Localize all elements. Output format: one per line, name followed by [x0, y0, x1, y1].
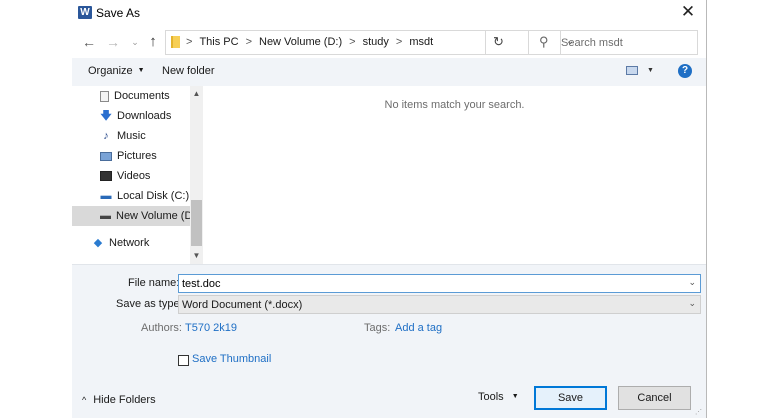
breadcrumb-separator[interactable]: > [396, 36, 402, 48]
hide-folders-button[interactable]: ^ Hide Folders [82, 394, 156, 406]
sidebar-item-label: Videos [117, 170, 151, 182]
search-icon: ⚲ [539, 34, 549, 49]
page-edge-divider [706, 0, 707, 418]
sidebar-item-music[interactable]: ♪ Music [100, 126, 203, 146]
file-list-pane[interactable]: No items match your search. [203, 86, 706, 264]
file-name-input[interactable] [182, 276, 672, 291]
breadcrumb-this-pc[interactable]: This PC [199, 36, 238, 48]
save-as-dialog: W Save As ✕ ← → ⌄ ↑ > This PC > New Volu… [72, 0, 706, 418]
save-as-type-value: Word Document (*.docx) [182, 299, 303, 311]
save-thumbnail-label[interactable]: Save Thumbnail [192, 353, 271, 365]
breadcrumb-separator[interactable]: > [246, 36, 252, 48]
sidebar-item-local-disk[interactable]: ▬ Local Disk (C:) [100, 186, 203, 206]
address-row: ← → ⌄ ↑ > This PC > New Volume (D:) > st… [72, 30, 706, 56]
scroll-up-arrow-icon[interactable]: ▲ [190, 88, 203, 100]
caret-down-icon: ▼ [511, 393, 519, 400]
tools-button[interactable]: Tools ▼ [478, 391, 519, 403]
breadcrumb: > This PC > New Volume (D:) > study > ms… [186, 36, 433, 48]
close-button[interactable]: ✕ [676, 2, 700, 24]
save-options-panel: File name: ⌄ Save as type: Word Document… [72, 264, 706, 418]
tags-label: Tags: [364, 322, 391, 334]
view-options-caret-icon[interactable]: ▼ [647, 67, 654, 74]
sidebar-item-downloads[interactable]: 🡇 Downloads [100, 106, 203, 126]
up-button[interactable]: ↑ [144, 33, 162, 51]
sidebar-scrollbar[interactable]: ▲ ▼ [190, 86, 203, 264]
breadcrumb-separator[interactable]: > [349, 36, 355, 48]
refresh-button[interactable]: ↻ [485, 31, 511, 55]
sidebar-item-new-volume[interactable]: ▬ New Volume (D:) [72, 206, 190, 226]
network-icon: ◆ [93, 237, 103, 249]
resize-grip-icon[interactable]: ⋰ [695, 408, 702, 416]
scroll-thumb[interactable] [191, 200, 202, 246]
sidebar-item-documents[interactable]: Documents [100, 86, 203, 106]
sidebar-item-label: New Volume (D:) [116, 210, 190, 222]
empty-results-message: No items match your search. [384, 99, 525, 111]
caret-down-icon: ▼ [137, 67, 145, 74]
forward-button[interactable]: → [104, 33, 122, 51]
sidebar-item-label: Local Disk (C:) [117, 190, 190, 202]
hide-folders-label: Hide Folders [93, 394, 156, 406]
title-bar: W Save As ✕ [72, 0, 706, 26]
videos-icon [100, 171, 112, 181]
organize-button[interactable]: Organize ▼ [88, 65, 145, 77]
sidebar-item-label: Downloads [117, 110, 172, 122]
chevron-down-icon[interactable]: ⌄ [688, 298, 696, 309]
organize-label: Organize [88, 65, 133, 77]
add-tag-link[interactable]: Add a tag [395, 322, 442, 334]
sidebar-item-label: Network [109, 237, 150, 249]
breadcrumb-msdt[interactable]: msdt [409, 36, 433, 48]
dialog-title: Save As [96, 6, 141, 20]
navigation-pane: Documents 🡇 Downloads ♪ Music Pictures V… [72, 86, 203, 264]
local-disk-icon: ▬ [100, 190, 112, 202]
save-button[interactable]: Save [534, 386, 607, 410]
drive-icon: ▬ [100, 210, 111, 222]
recent-locations-button[interactable]: ⌄ [126, 33, 144, 51]
search-input[interactable] [561, 35, 691, 51]
save-thumbnail-checkbox[interactable] [178, 355, 189, 366]
search-box[interactable]: ⚲ [528, 30, 698, 55]
file-name-field[interactable]: ⌄ [178, 274, 701, 293]
sidebar-item-label: Pictures [117, 150, 157, 162]
save-as-type-label: Save as type: [116, 298, 183, 310]
breadcrumb-new-volume[interactable]: New Volume (D:) [259, 36, 342, 48]
scroll-down-arrow-icon[interactable]: ▼ [190, 250, 203, 262]
save-as-type-select[interactable]: Word Document (*.docx) ⌄ [178, 295, 701, 314]
word-icon: W [78, 6, 92, 19]
file-name-label: File name: [128, 277, 180, 289]
help-icon[interactable]: ? [678, 64, 692, 78]
chevron-up-icon: ^ [82, 395, 87, 405]
cancel-button[interactable]: Cancel [618, 386, 691, 410]
pictures-icon [100, 151, 112, 161]
command-toolbar: Organize ▼ New folder ▼ ? [72, 58, 706, 86]
breadcrumb-study[interactable]: study [363, 36, 389, 48]
chevron-down-icon[interactable]: ⌄ [688, 277, 696, 288]
sidebar-item-network[interactable]: ◆ Network [92, 233, 203, 253]
authors-label: Authors: [141, 322, 182, 334]
sidebar-item-label: Music [117, 130, 146, 142]
folder-icon [171, 36, 180, 48]
change-view-icon[interactable] [626, 66, 638, 75]
sidebar-item-pictures[interactable]: Pictures [100, 146, 203, 166]
downloads-icon: 🡇 [100, 110, 112, 122]
sidebar-item-videos[interactable]: Videos [100, 166, 203, 186]
documents-icon [100, 90, 109, 102]
tools-label: Tools [478, 391, 504, 403]
new-folder-button[interactable]: New folder [162, 65, 215, 77]
music-icon: ♪ [103, 130, 109, 142]
breadcrumb-separator[interactable]: > [186, 36, 192, 48]
sidebar-item-label: Documents [114, 90, 170, 102]
authors-value[interactable]: T570 2k19 [185, 322, 237, 334]
back-button[interactable]: ← [80, 33, 98, 51]
